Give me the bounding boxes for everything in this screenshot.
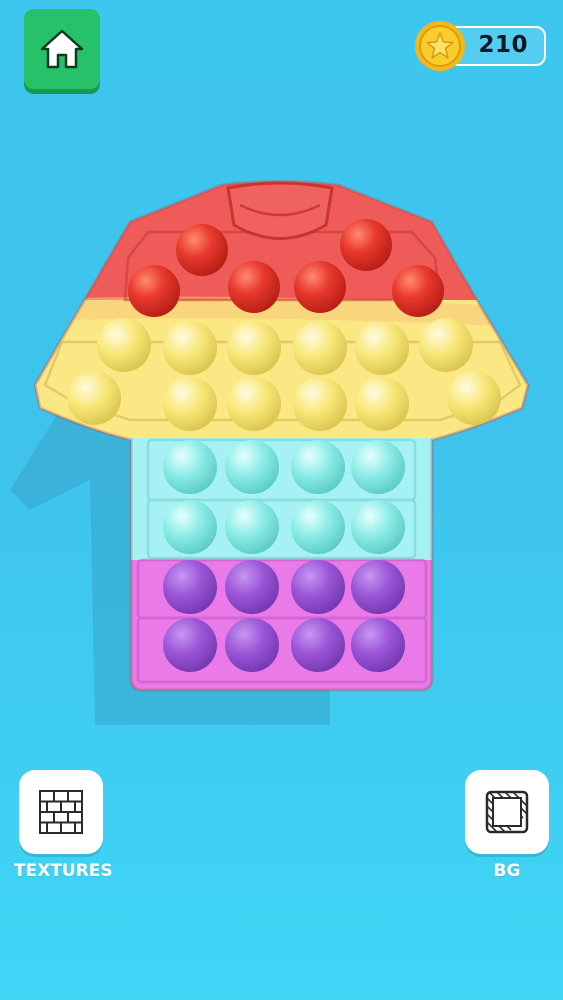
textures-button[interactable] [19, 770, 103, 854]
bg-button[interactable] [465, 770, 549, 854]
textures-label: TEXTURES [14, 861, 113, 881]
shirt-collar [226, 181, 334, 240]
striped-square-icon [485, 790, 529, 834]
brick-texture-icon [39, 790, 83, 834]
bg-label: BG [493, 861, 521, 881]
